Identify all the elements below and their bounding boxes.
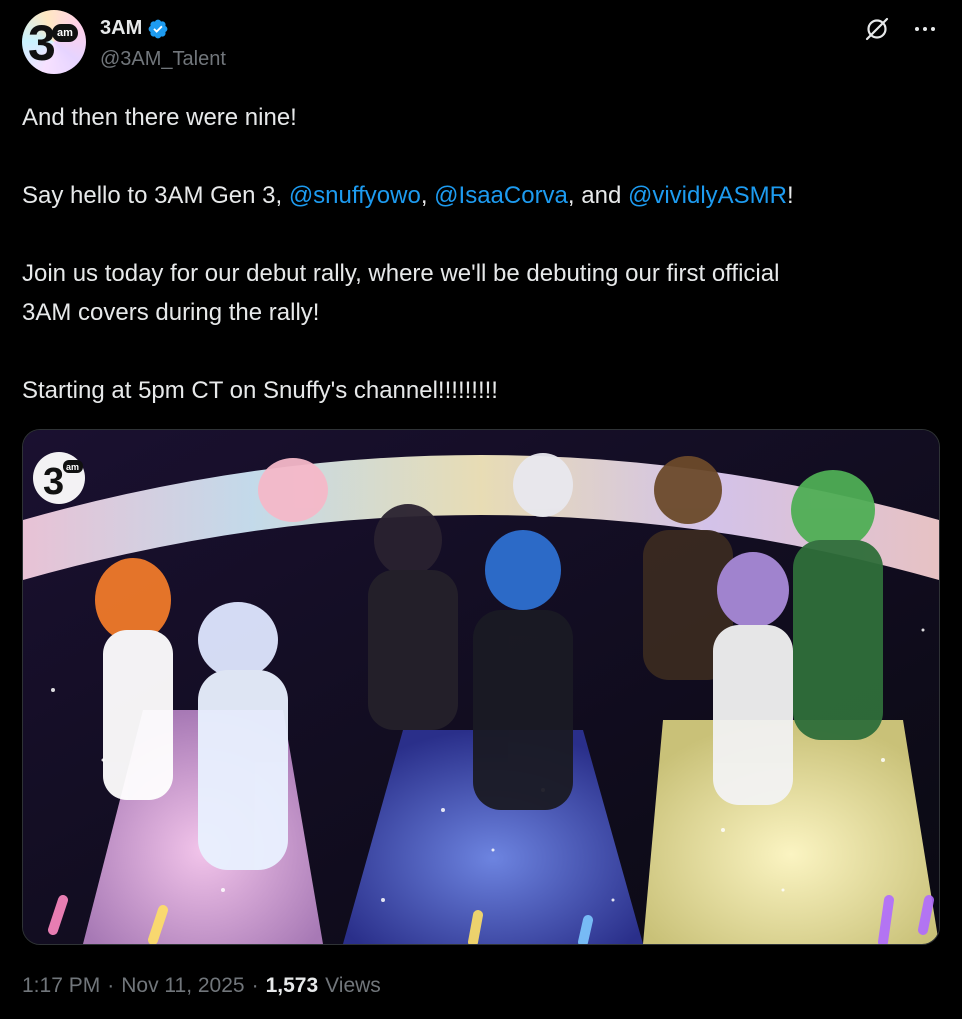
- tweet-header: 3 am 3AM @3AM_Talent: [22, 10, 940, 80]
- tweet-media-image[interactable]: 3 am: [22, 429, 940, 945]
- tweet-line-2-sep2: , and: [567, 182, 628, 209]
- meta-separator-1: ·: [107, 974, 115, 997]
- meta-separator-2: ·: [251, 974, 259, 997]
- mention-snuffyowo[interactable]: @snuffyowo: [289, 182, 421, 209]
- user-handle[interactable]: @3AM_Talent: [100, 48, 226, 71]
- tweet-meta: 1:17 PM · Nov 11, 2025 · 1,573 Views: [22, 974, 381, 998]
- image-logo-text: 3: [43, 461, 64, 503]
- tweet-line-2-sep1: ,: [420, 182, 435, 209]
- image-logo-badge: am: [66, 462, 79, 472]
- avatar[interactable]: 3 am: [22, 10, 86, 74]
- mention-vividlyasmr[interactable]: @vividlyASMR: [628, 182, 787, 209]
- tweet-line-3a: Join us today for our debut rally, where…: [22, 260, 780, 287]
- name-row: 3AM: [100, 17, 169, 40]
- tweet-line-2-suffix: !: [787, 182, 794, 209]
- tweet-text: And then there were nine! Say hello to 3…: [22, 98, 940, 410]
- display-name[interactable]: 3AM: [100, 17, 142, 40]
- tweet-line-3b: 3AM covers during the rally!: [22, 299, 320, 326]
- verified-badge-icon: [148, 19, 168, 38]
- tweet-line-2: Say hello to 3AM Gen 3, @snuffyowo, @Isa…: [22, 176, 940, 215]
- grok-icon[interactable]: [862, 14, 892, 44]
- avatar-text: 3: [28, 15, 56, 71]
- tweet-date[interactable]: Nov 11, 2025: [121, 974, 244, 998]
- mention-isaacorva[interactable]: @IsaaCorva: [434, 182, 568, 209]
- tweet-line-1: And then there were nine!: [22, 104, 297, 131]
- tweet-line-4: Starting at 5pm CT on Snuffy's channel!!…: [22, 377, 498, 404]
- image-logo: 3 am: [33, 452, 85, 504]
- header-actions: [862, 14, 940, 44]
- group-illustration-image: 3 am: [23, 430, 939, 944]
- more-options-icon[interactable]: [910, 14, 940, 44]
- views-count: 1,573: [265, 974, 319, 997]
- views-label: Views: [325, 974, 381, 997]
- avatar-badge: am: [52, 24, 78, 42]
- tweet-time[interactable]: 1:17 PM: [22, 974, 100, 998]
- tweet-line-2-prefix: Say hello to 3AM Gen 3,: [22, 182, 289, 209]
